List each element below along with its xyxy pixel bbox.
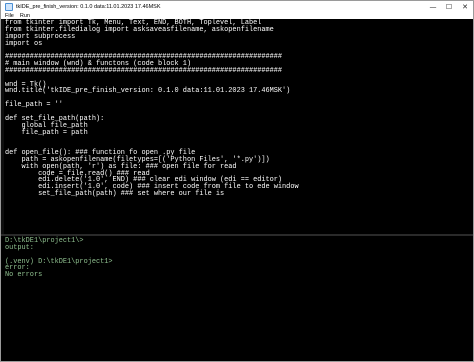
maximize-button[interactable]: ☐ [441, 1, 457, 12]
console-line: (.venv) D:\tkDE1\project1> [5, 257, 113, 266]
minimize-button[interactable]: — [425, 1, 441, 12]
menu-run[interactable]: Run [17, 13, 33, 19]
app-window: tkIDE_pre_finish_version: 0.1.0 data:11.… [0, 0, 474, 362]
window-controls: — ☐ ✕ [425, 1, 473, 12]
app-feather-icon [4, 2, 13, 11]
menu-file[interactable]: File [1, 13, 17, 19]
output-console[interactable]: D:\tkDE1\project1\> output: (.venv) D:\tkD… [1, 236, 473, 361]
editor-gutter [1, 19, 4, 234]
console-text: D:\tkDE1\project1\> output: (.venv) D:\tkD… [1, 236, 473, 279]
window-title: tkIDE_pre_finish_version: 0.1.0 data:11.… [16, 3, 161, 10]
title-bar[interactable]: tkIDE_pre_finish_version: 0.1.0 data:11.… [1, 1, 473, 12]
console-line: No errors [5, 271, 43, 280]
console-line: D:\tkDE1\project1\> [5, 237, 84, 245]
close-button[interactable]: ✕ [457, 1, 473, 12]
code-editor[interactable]: from tkinter import Tk, Menu, Text, END,… [1, 19, 473, 234]
console-line: output: [5, 243, 34, 252]
editor-text[interactable]: from tkinter import Tk, Menu, Text, END,… [1, 19, 473, 198]
console-line: error: [5, 264, 30, 273]
menu-bar: File Run [1, 12, 473, 19]
